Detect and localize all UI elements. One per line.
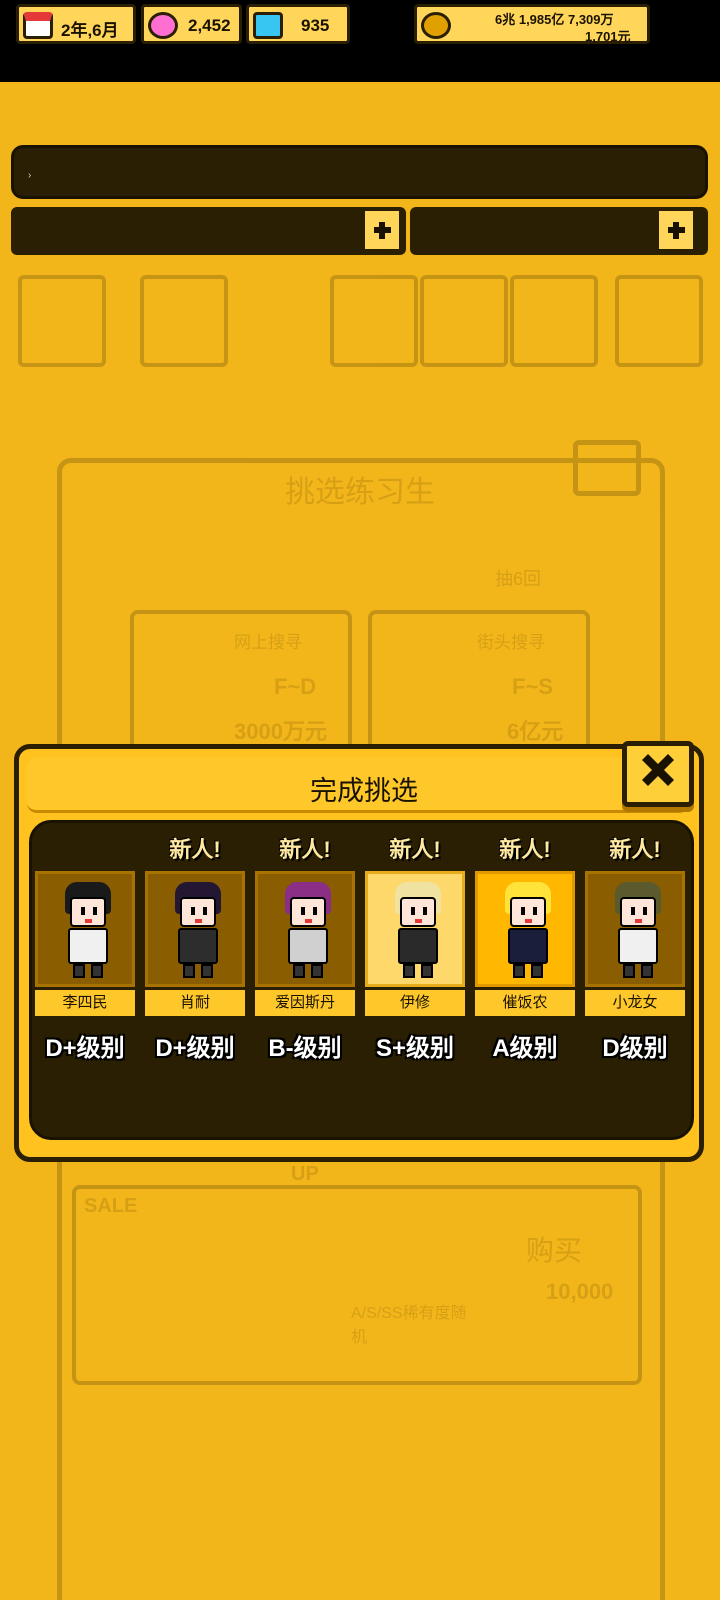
bg-card1-label: 网上搜寻 <box>234 633 302 652</box>
calendar-icon <box>23 12 53 39</box>
bg-card1-range: F~D <box>274 674 317 699</box>
selection-result-modal: 完成挑选 李四民 D+级别 新人! 肖耐 D+级别 新人! 爱因斯丹 B-级别 … <box>14 741 704 1162</box>
pink-gem-display: 2,452 <box>141 4 242 44</box>
bg-up-label: UP <box>291 1163 319 1185</box>
bg-card2-label: 街头搜寻 <box>477 633 545 652</box>
character-name: 肖耐 <box>145 990 245 1016</box>
bg-tab-6 <box>615 275 703 367</box>
modal-title: 完成挑选 <box>310 776 418 806</box>
bg-card2-range: F~S <box>512 674 553 699</box>
character-avatar <box>173 882 223 982</box>
character-portrait <box>255 871 355 987</box>
new-tag: 新人! <box>279 837 331 862</box>
bg-sale-panel: SALE UP A/S/SS稀有度随机 购买 10,000 <box>72 1163 642 1385</box>
blue-gem-value: 935 <box>301 16 330 35</box>
bg-rarity-label: A/S/SS稀有度随机 <box>351 1305 467 1346</box>
blue-gem-icon <box>253 12 283 39</box>
bg-card1-price: 3000万元 <box>234 719 327 744</box>
date-value: 2年,6月 <box>61 21 119 40</box>
character-grade: D+级别 <box>155 1035 235 1062</box>
character-grade: D+级别 <box>45 1035 125 1062</box>
character-portrait <box>145 871 245 987</box>
bg-buy-label: 购买 <box>526 1235 583 1266</box>
character-grade: A级别 <box>492 1035 558 1062</box>
coin-icon <box>421 12 451 39</box>
resource-bar <box>11 207 406 255</box>
character-avatar <box>503 882 553 982</box>
bg-tab-4 <box>420 275 508 367</box>
character-name: 催饭农 <box>475 990 575 1016</box>
character-portrait <box>35 871 135 987</box>
character-portrait <box>365 871 465 987</box>
money-line2: 1,701元 <box>585 29 631 44</box>
character-avatar <box>283 882 333 982</box>
bg-panel-title: 挑选练习生 <box>285 476 435 509</box>
character-portrait <box>585 871 685 987</box>
character-name: 小龙女 <box>585 990 685 1016</box>
pink-gem-icon <box>148 12 178 39</box>
character-portrait <box>475 871 575 987</box>
character-name: 爱因斯丹 <box>255 990 355 1016</box>
date-display: 2年,6月 <box>16 4 136 44</box>
new-tag: 新人! <box>609 837 661 862</box>
character-avatar <box>613 882 663 982</box>
new-tag: 新人! <box>169 837 221 862</box>
bg-draw-label: 抽6回 <box>495 569 542 589</box>
close-icon <box>642 754 674 786</box>
bg-sale-label: SALE <box>84 1195 138 1217</box>
character-grade: B-级别 <box>268 1035 342 1062</box>
character-name: 李四民 <box>35 990 135 1016</box>
pink-gem-value: 2,452 <box>188 16 231 35</box>
bg-tab-1 <box>18 275 106 367</box>
character-grade: S+级别 <box>375 1035 455 1062</box>
bg-card2-price: 6亿元 <box>507 719 564 744</box>
bg-tab-3 <box>330 275 418 367</box>
money-display: 6兆 1,985亿 7,309万 1,701元 <box>414 4 650 44</box>
add-gems-button[interactable] <box>361 207 403 253</box>
add-money-button[interactable] <box>655 207 697 253</box>
character-avatar <box>63 882 113 982</box>
bg-close-icon <box>573 440 641 496</box>
news-ticker-text: › <box>28 170 32 181</box>
close-button[interactable] <box>622 741 694 807</box>
bg-tab-2 <box>140 275 228 367</box>
character-name: 伊修 <box>365 990 465 1016</box>
news-ticker-bar[interactable]: › <box>11 145 708 199</box>
bg-tab-5 <box>510 275 598 367</box>
result-area: 李四民 D+级别 新人! 肖耐 D+级别 新人! 爱因斯丹 B-级别 新人! 伊… <box>29 820 694 1140</box>
new-tag: 新人! <box>499 837 551 862</box>
character-grade: D级别 <box>602 1035 668 1062</box>
new-tag: 新人! <box>389 837 441 862</box>
bg-buy-price: 10,000 <box>546 1279 614 1304</box>
blue-gem-display: 935 <box>246 4 350 44</box>
character-avatar <box>393 882 443 982</box>
new-tag <box>35 832 135 862</box>
